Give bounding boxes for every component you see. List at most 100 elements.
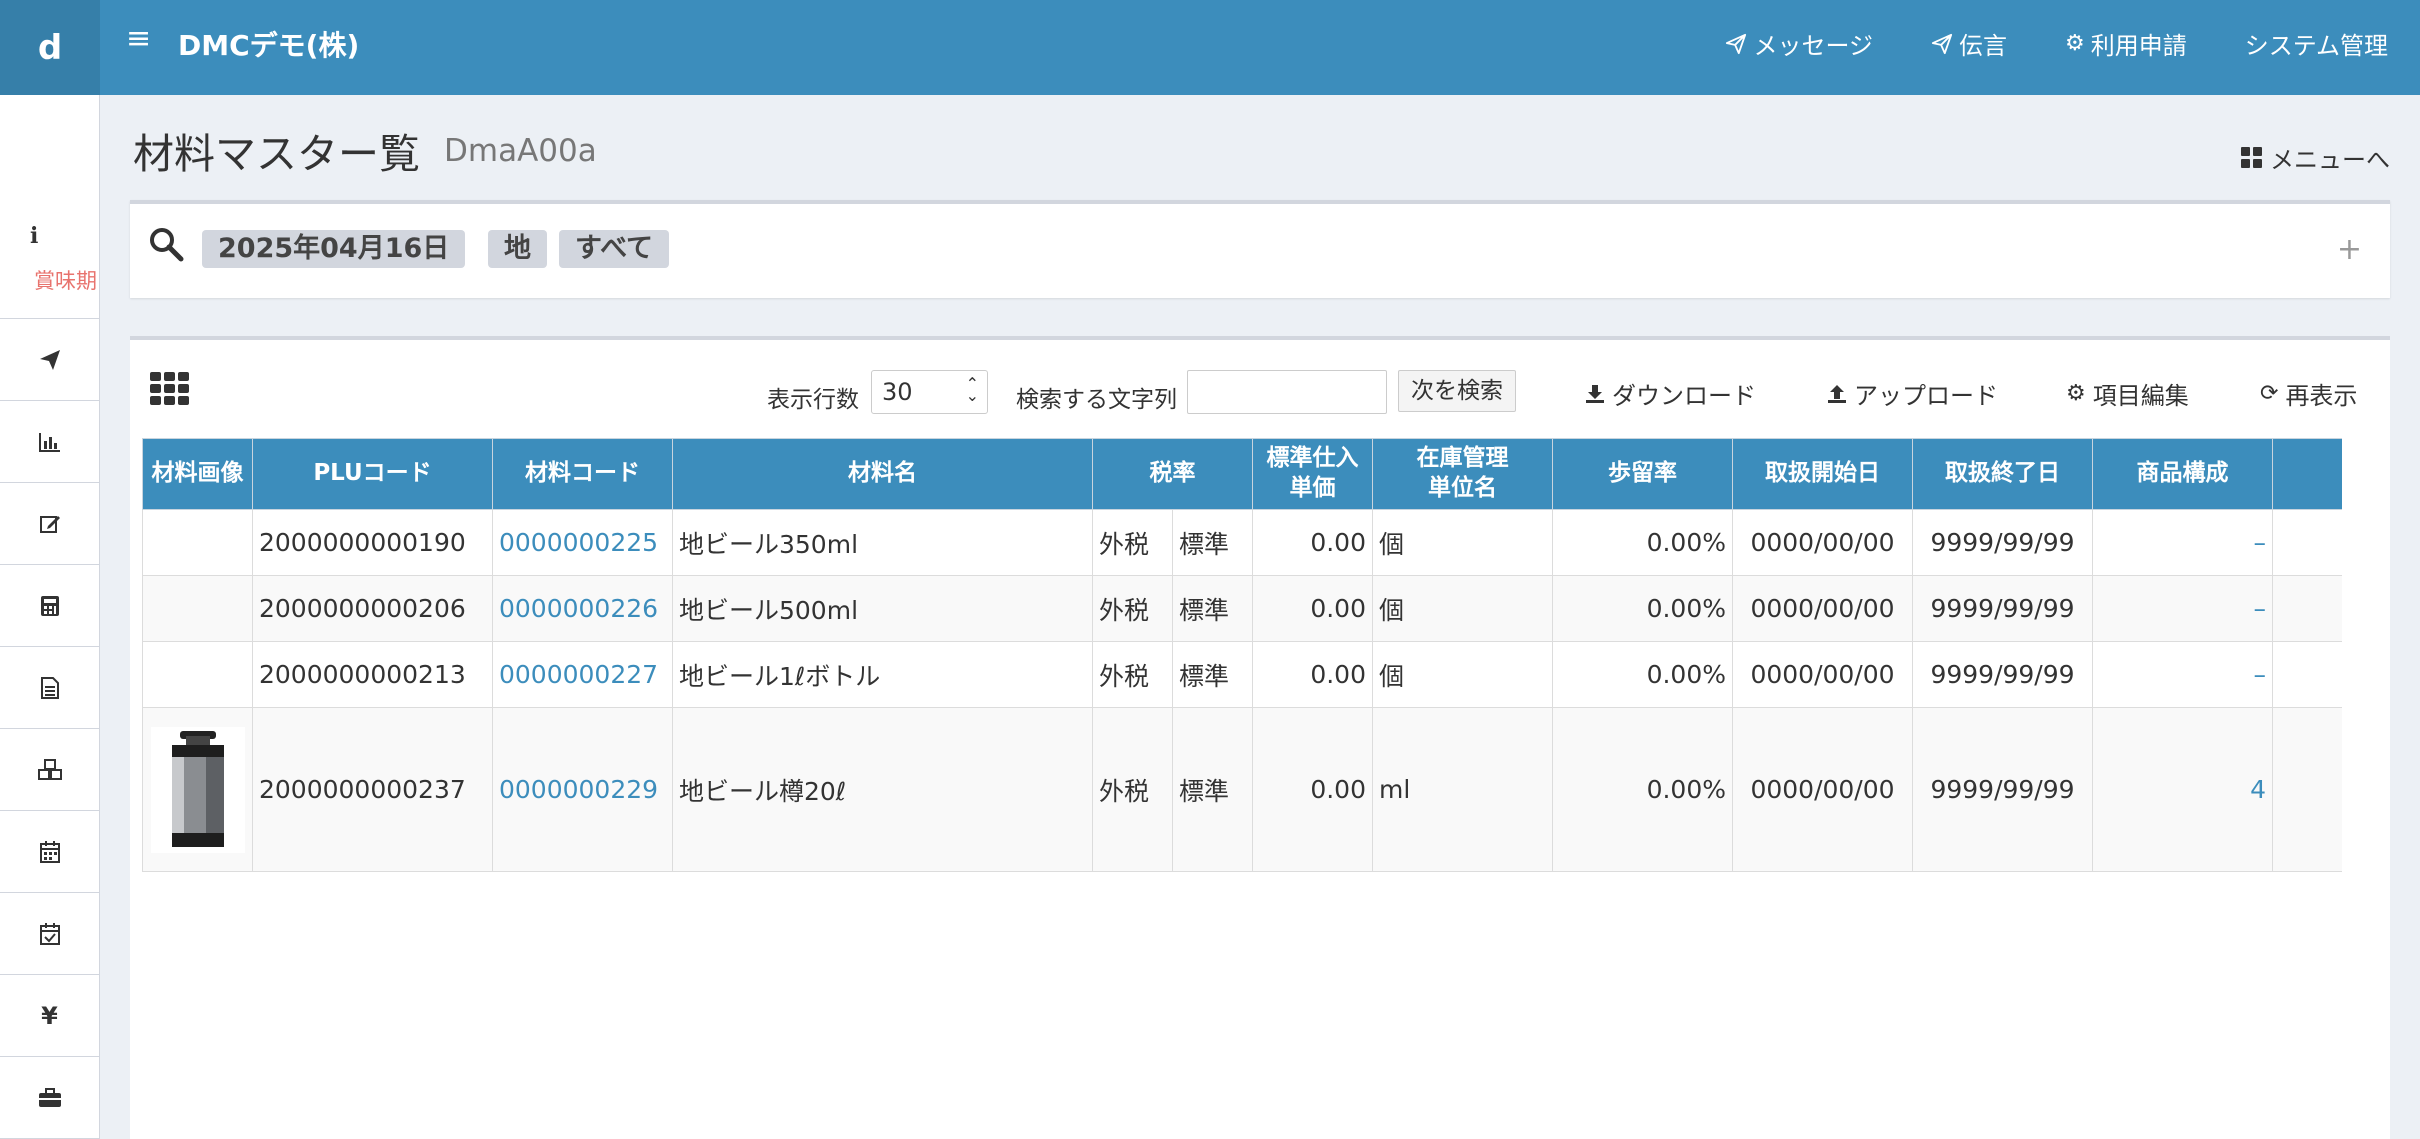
upload-icon [1828, 384, 1846, 403]
upload-label: アップロード [1854, 382, 1998, 410]
nav-system-admin-label: システム管理 [2244, 32, 2388, 60]
sidebar-item-calendar[interactable] [0, 811, 99, 893]
col-header-end[interactable]: 取扱終了日 [1912, 438, 2093, 510]
briefcase-icon [38, 1087, 61, 1107]
category-tag[interactable]: すべて [559, 230, 670, 268]
sidebar-item-info[interactable]: i 賞味期 [0, 95, 99, 319]
cell-tax-type: 外税 [1092, 707, 1173, 872]
sidebar-item-materials[interactable] [0, 729, 99, 811]
cell-image [142, 707, 253, 872]
cell-composition-link[interactable]: – [2092, 641, 2273, 708]
col-header-unit[interactable]: 在庫管理 単位名 [1372, 438, 1553, 510]
materials-table: 材料画像 PLUコード 材料コード 材料名 税率 標準仕入 単価 在庫管理 単位名 … [142, 438, 2342, 872]
column-toggle-icon[interactable] [150, 372, 189, 405]
cell-extra [2272, 641, 2342, 708]
col-header-price[interactable]: 標準仕入 単価 [1252, 438, 1373, 510]
cell-plu: 2000000000190 [252, 509, 493, 576]
cell-code-link[interactable]: 0000000229 [492, 707, 673, 872]
sidebar-item-business[interactable] [0, 1057, 99, 1139]
cell-code-link[interactable]: 0000000226 [492, 575, 673, 642]
table-row[interactable]: 2000000000190 0000000225 地ビール350ml 外税 標準 0.00… [142, 509, 2342, 576]
cell-name: 地ビール1ℓボトル [672, 641, 1093, 708]
col-header-composition[interactable]: 商品構成 [2092, 438, 2273, 510]
sidebar-item-schedule[interactable] [0, 893, 99, 975]
cell-composition-link[interactable]: – [2092, 509, 2273, 576]
cell-tax-rate: 標準 [1172, 509, 1253, 576]
table-header-row: 材料画像 PLUコード 材料コード 材料名 税率 標準仕入 単価 在庫管理 単位名 … [142, 438, 2342, 510]
date-tag[interactable]: 2025年04月16日 [202, 230, 466, 268]
col-header-code[interactable]: 材料コード [492, 438, 673, 510]
col-header-image[interactable]: 材料画像 [142, 438, 253, 510]
cell-tax-type: 外税 [1092, 509, 1173, 576]
table-row[interactable]: 2000000000237 0000000229 地ビール樽20ℓ 外税 標準 0.00 m… [142, 707, 2342, 872]
cell-name: 地ビール樽20ℓ [672, 707, 1093, 872]
table-row[interactable]: 2000000000206 0000000226 地ビール500ml 外税 標準 0.00… [142, 575, 2342, 642]
calendar-icon [39, 840, 60, 863]
sidebar-item-edit[interactable] [0, 483, 99, 565]
sidebar-item-send[interactable] [0, 319, 99, 401]
sidebar-item-reports[interactable] [0, 401, 99, 483]
cell-tax-rate: 標準 [1172, 575, 1253, 642]
download-label: ダウンロード [1612, 382, 1756, 410]
calculator-icon [40, 595, 59, 616]
nav-usage-request[interactable]: ⚙ 利用申請 [2065, 26, 2187, 61]
menu-link[interactable]: メニューへ [2241, 140, 2390, 175]
materials-table-container[interactable]: 材料画像 PLUコード 材料コード 材料名 税率 標準仕入 単価 在庫管理 単位名 … [142, 438, 2342, 874]
table-row[interactable]: 2000000000213 0000000227 地ビール1ℓボトル 外税 標準 0.00… [142, 641, 2342, 708]
gear-icon: ⚙ [2064, 31, 2085, 56]
rows-per-page-select[interactable]: 30 ⌃ ⌄ [871, 370, 988, 414]
edit-items-button[interactable]: ⚙ 項目編集 [2066, 376, 2189, 411]
col-header-yield[interactable]: 歩留率 [1552, 438, 1733, 510]
app-logo[interactable]: d [0, 0, 100, 95]
hamburger-menu-icon[interactable]: ≡ [126, 24, 151, 54]
cell-yield: 0.00% [1552, 707, 1733, 872]
col-header-extra[interactable]: 取扱 [2272, 438, 2342, 510]
cell-composition-link[interactable]: 4 [2092, 707, 2273, 872]
cell-yield: 0.00% [1552, 575, 1733, 642]
col-header-tax[interactable]: 税率 [1092, 438, 1253, 510]
cell-code-link[interactable]: 0000000227 [492, 641, 673, 708]
rows-label: 表示行数 [767, 387, 859, 413]
keyword-tag[interactable]: 地 [488, 230, 547, 268]
page-title: 材料マスター覧 [133, 130, 420, 178]
sidebar-expiry-label: 賞味期 [34, 269, 97, 293]
info-icon: i [30, 223, 39, 249]
page-code: DmaA00a [444, 133, 597, 169]
cell-plu: 2000000000213 [252, 641, 493, 708]
upload-button[interactable]: アップロード [1827, 376, 1998, 411]
expand-plus-icon[interactable]: + [2337, 232, 2362, 267]
col-header-price-line2: 単価 [1289, 475, 1336, 501]
col-header-price-line1: 標準仕入 [1266, 445, 1359, 472]
cell-image [142, 509, 253, 576]
sidebar-item-calculator[interactable] [0, 565, 99, 647]
cell-extra [2272, 509, 2342, 576]
cell-start-date: 0000/00/00 [1732, 707, 1913, 872]
nav-messages[interactable]: メッセージ [1725, 26, 1873, 61]
cell-end-date: 9999/99/99 [1912, 575, 2093, 642]
download-button[interactable]: ダウンロード [1585, 376, 1756, 411]
search-text-input[interactable] [1187, 370, 1387, 414]
cell-unit: 個 [1372, 509, 1553, 576]
nav-memo-label: 伝言 [1958, 32, 2007, 60]
cell-start-date: 0000/00/00 [1732, 575, 1913, 642]
sidebar-item-pricing[interactable]: ¥ [0, 975, 99, 1057]
col-header-name[interactable]: 材料名 [672, 438, 1093, 510]
paper-plane-icon [1726, 33, 1747, 54]
col-header-start[interactable]: 取扱開始日 [1732, 438, 1913, 510]
top-nav: メッセージ 伝言 ⚙ 利用申請 システム管理 [1725, 26, 2388, 61]
cell-composition-link[interactable]: – [2092, 575, 2273, 642]
sidebar-item-documents[interactable] [0, 647, 99, 729]
refresh-button[interactable]: ⟳ 再表示 [2260, 376, 2357, 411]
col-header-plu[interactable]: PLUコード [252, 438, 493, 510]
search-icon[interactable] [148, 226, 184, 262]
find-next-button[interactable]: 次を検索 [1398, 370, 1516, 412]
cell-price: 0.00 [1252, 641, 1373, 708]
cell-tax-rate: 標準 [1172, 641, 1253, 708]
nav-system-admin[interactable]: システム管理 [2245, 26, 2388, 61]
cell-code-link[interactable]: 0000000225 [492, 509, 673, 576]
nav-messages-label: メッセージ [1753, 32, 1873, 60]
nav-memo[interactable]: 伝言 [1931, 26, 2007, 61]
cell-extra [2272, 707, 2342, 872]
col-header-unit-line2: 単位名 [1428, 475, 1497, 501]
cell-price: 0.00 [1252, 509, 1373, 576]
